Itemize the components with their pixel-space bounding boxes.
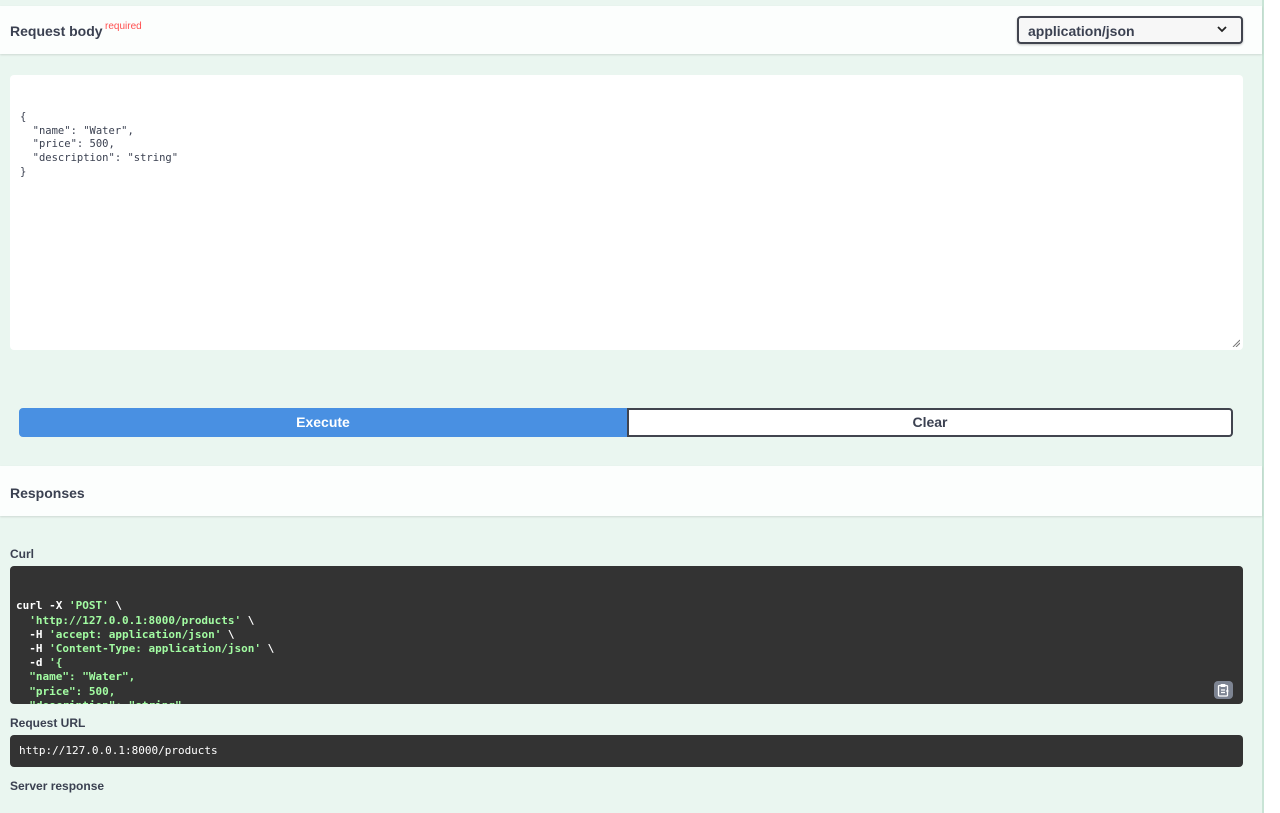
curl-token: 'http://127.0.0.1:8000/products' bbox=[29, 613, 242, 627]
copy-to-clipboard-button[interactable] bbox=[1214, 681, 1233, 699]
chevron-down-icon bbox=[1217, 26, 1227, 33]
curl-token: \ bbox=[241, 613, 255, 627]
request-body-title: Request body bbox=[10, 23, 103, 39]
curl-line: "description": "string" bbox=[16, 699, 1237, 704]
curl-line: 'http://127.0.0.1:8000/products' \ bbox=[16, 614, 1237, 628]
request-body-text: { "name": "Water", "price": 500, "descri… bbox=[20, 111, 1233, 179]
page-scrollbar[interactable] bbox=[1264, 0, 1280, 813]
editor-line: } bbox=[20, 165, 27, 178]
curl-token: "price": 500, bbox=[16, 684, 116, 698]
request-body-editor[interactable]: { "name": "Water", "price": 500, "descri… bbox=[10, 75, 1243, 350]
server-response-label: Server response bbox=[10, 779, 105, 793]
editor-line: { bbox=[20, 111, 27, 124]
curl-line: curl -X 'POST' \ bbox=[16, 599, 1237, 613]
curl-token: "description": "string" bbox=[16, 699, 181, 704]
curl-token: 'accept: application/json' bbox=[49, 627, 222, 641]
required-flag: required bbox=[105, 21, 142, 32]
curl-line: -H 'accept: application/json' \ bbox=[16, 628, 1237, 642]
curl-token: -H bbox=[16, 627, 50, 641]
execute-clear-group: Execute Clear bbox=[19, 408, 1233, 437]
curl-token: curl -X bbox=[16, 599, 69, 613]
curl-command: curl -X 'POST' \ 'http://127.0.0.1:8000/… bbox=[16, 599, 1237, 704]
operation-panel: Request body required application/json {… bbox=[0, 0, 1264, 813]
curl-token: 'Content-Type: application/json' bbox=[49, 641, 262, 655]
editor-line: "description": "string" bbox=[20, 151, 179, 164]
curl-line: -H 'Content-Type: application/json' \ bbox=[16, 642, 1237, 656]
curl-code-block[interactable]: curl -X 'POST' \ 'http://127.0.0.1:8000/… bbox=[10, 566, 1243, 704]
curl-label: Curl bbox=[10, 547, 34, 561]
curl-token: 'POST' bbox=[68, 599, 109, 613]
content-type-value: application/json bbox=[1028, 23, 1135, 39]
editor-line: "name": "Water", bbox=[20, 124, 134, 137]
curl-line: -d '{ bbox=[16, 656, 1237, 670]
execute-button[interactable]: Execute bbox=[19, 408, 627, 437]
responses-header: Responses bbox=[0, 466, 1262, 516]
clear-button[interactable]: Clear bbox=[627, 408, 1233, 437]
curl-line: "price": 500, bbox=[16, 685, 1237, 699]
content-type-select[interactable]: application/json bbox=[1017, 16, 1243, 44]
curl-token: "name": "Water", bbox=[16, 670, 136, 684]
request-url-block[interactable]: http://127.0.0.1:8000/products bbox=[10, 735, 1243, 767]
curl-token: \ bbox=[261, 641, 275, 655]
curl-line: "name": "Water", bbox=[16, 670, 1237, 684]
curl-token: \ bbox=[221, 627, 235, 641]
responses-title: Responses bbox=[10, 485, 85, 501]
request-url-label: Request URL bbox=[10, 716, 86, 730]
curl-token: \ bbox=[108, 599, 122, 613]
curl-token bbox=[16, 614, 29, 627]
editor-line: "price": 500, bbox=[20, 138, 115, 151]
curl-token: -H bbox=[16, 641, 50, 655]
resize-grip-icon[interactable] bbox=[1232, 339, 1240, 347]
curl-token: '{ bbox=[49, 656, 63, 670]
request-body-header: Request body required application/json bbox=[0, 6, 1262, 54]
clipboard-icon bbox=[1217, 684, 1229, 697]
request-url-value: http://127.0.0.1:8000/products bbox=[19, 744, 218, 757]
curl-token: -d bbox=[16, 656, 50, 670]
